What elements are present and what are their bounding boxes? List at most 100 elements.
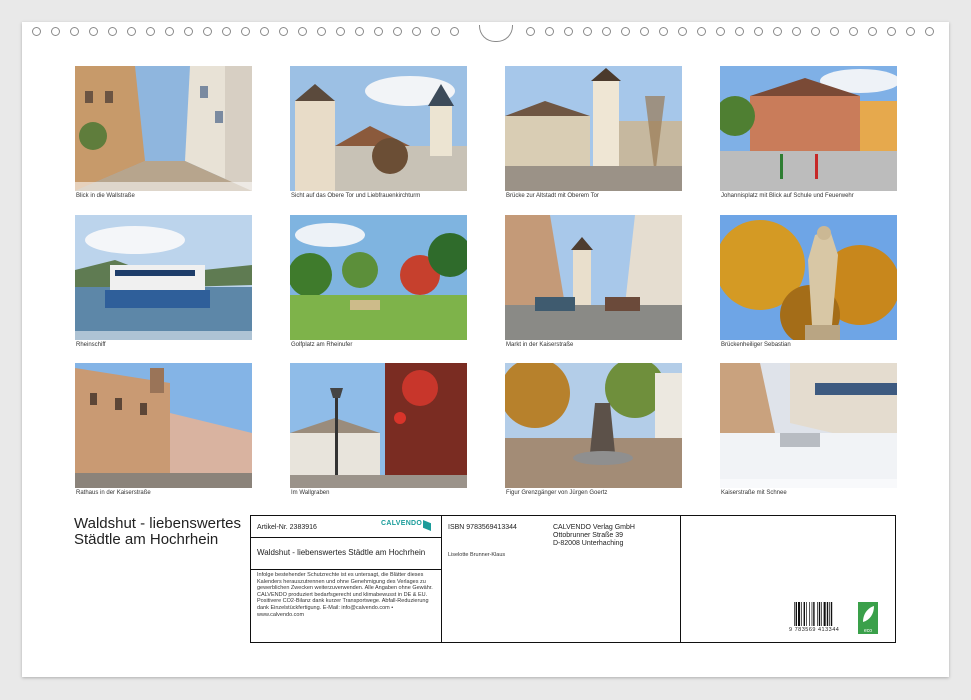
caption-3: Brücke zur Altstadt mit Oberem Tor (506, 193, 599, 199)
caption-10: Im Wallgraben (291, 490, 330, 496)
barcode-bar (813, 602, 815, 626)
photo-oberes-tor (290, 66, 467, 191)
binding-ring (89, 27, 98, 36)
binding-ring (450, 27, 459, 36)
photo-10 (290, 363, 467, 488)
binding-ring (393, 27, 402, 36)
photo-3 (505, 66, 682, 191)
binding-ring (754, 27, 763, 36)
barcode-bar (801, 602, 802, 626)
binding-ring (203, 27, 212, 36)
author: Liselotte Brunner-Klaus (448, 552, 506, 558)
barcode (794, 602, 833, 626)
photo-4 (720, 66, 897, 191)
isbn: ISBN 9783569413344 (448, 524, 517, 531)
caption-6: Golfplatz am Rheinufer (291, 342, 353, 348)
photo-1 (75, 66, 252, 191)
imprint-subtitle: Waldshut - liebenswertes Städtle am Hoch… (257, 548, 426, 557)
binding-ring (431, 27, 440, 36)
binding-ring (298, 27, 307, 36)
leaf-icon (863, 606, 874, 622)
photo-grenzgaenger (505, 363, 682, 488)
binding-ring (279, 27, 288, 36)
barcode-bar (826, 602, 829, 626)
photo-sebastian (720, 215, 897, 340)
imprint-box: Artikel-Nr. 2383916 CALVENDO Waldshut - … (250, 515, 896, 643)
binding-ring (906, 27, 915, 36)
photo-2 (290, 66, 467, 191)
caption-12: Kaiserstraße mit Schnee (721, 490, 787, 496)
barcode-bar (794, 602, 795, 626)
binding-ring (32, 27, 41, 36)
caption-9: Rathaus in der Kaiserstraße (76, 490, 151, 496)
binding-ring (792, 27, 801, 36)
calvendo-logo: CALVENDO (381, 520, 423, 527)
binding-ring (735, 27, 744, 36)
photo-9 (75, 363, 252, 488)
binding-ring (640, 27, 649, 36)
photo-markt (505, 215, 682, 340)
binding-ring (564, 27, 573, 36)
binding-ring (108, 27, 117, 36)
eco-label: eco (863, 628, 873, 634)
binding-ring (336, 27, 345, 36)
binding-ring (697, 27, 706, 36)
photo-bruecke-altstadt (505, 66, 682, 191)
binding-ring (374, 27, 383, 36)
binding-ring (830, 27, 839, 36)
binding-ring (184, 27, 193, 36)
barcode-bar (798, 602, 801, 626)
binding-ring (887, 27, 896, 36)
photo-johannisplatz (720, 66, 897, 191)
caption-4: Johannisplatz mit Blick auf Schule und F… (721, 193, 854, 199)
photo-8 (720, 215, 897, 340)
binding-ring (146, 27, 155, 36)
binding-ring (355, 27, 364, 36)
photo-7 (505, 215, 682, 340)
binding-ring (716, 27, 725, 36)
legal-notice: Infolge bestehender Schutzrechte ist es … (257, 572, 433, 618)
binding-ring (659, 27, 668, 36)
photo-5 (75, 215, 252, 340)
article-number: Artikel-Nr. 2383916 (257, 524, 317, 531)
binding-ring (811, 27, 820, 36)
barcode-bar (806, 602, 807, 626)
binding-ring (849, 27, 858, 36)
binding-ring (868, 27, 877, 36)
barcode-bar (803, 602, 805, 626)
caption-2: Sicht auf das Obere Tor und Liebfrauenki… (291, 193, 421, 199)
caption-5: Rheinschiff (76, 342, 106, 348)
binding-ring (70, 27, 79, 36)
publisher-name: CALVENDO Verlag GmbH (553, 524, 635, 531)
calendar-back-page: Blick in die Wallstraße Sicht auf das Ob… (22, 22, 949, 677)
binding-ring (165, 27, 174, 36)
publisher-street: Ottobrunner Straße 39 (553, 532, 624, 539)
binding-ring (678, 27, 687, 36)
binding-ring (51, 27, 60, 36)
barcode-bar (809, 602, 810, 626)
photo-wallgraben (290, 363, 467, 488)
binding-ring (317, 27, 326, 36)
binding-ring (260, 27, 269, 36)
barcode-bar (811, 602, 813, 626)
hanger-notch (479, 25, 513, 42)
barcode-bar (795, 602, 797, 626)
barcode-bar (821, 602, 822, 626)
binding-ring (412, 27, 421, 36)
photo-kaiserstrasse-schnee (720, 363, 897, 488)
photo-11 (505, 363, 682, 488)
binding-ring (602, 27, 611, 36)
photo-rheinschiff (75, 215, 252, 340)
caption-1: Blick in die Wallstraße (76, 193, 135, 199)
barcode-bar (830, 602, 833, 626)
barcode-number: 9 783569 413344 (788, 627, 841, 633)
binding-ring (925, 27, 934, 36)
barcode-bar (818, 602, 821, 626)
photo-wallstrasse (75, 66, 252, 191)
photo-rathaus (75, 363, 252, 488)
caption-7: Markt in der Kaiserstraße (506, 342, 574, 348)
binding-ring (583, 27, 592, 36)
binding-ring (773, 27, 782, 36)
barcode-bar (823, 602, 826, 626)
barcode-bar (829, 602, 830, 626)
